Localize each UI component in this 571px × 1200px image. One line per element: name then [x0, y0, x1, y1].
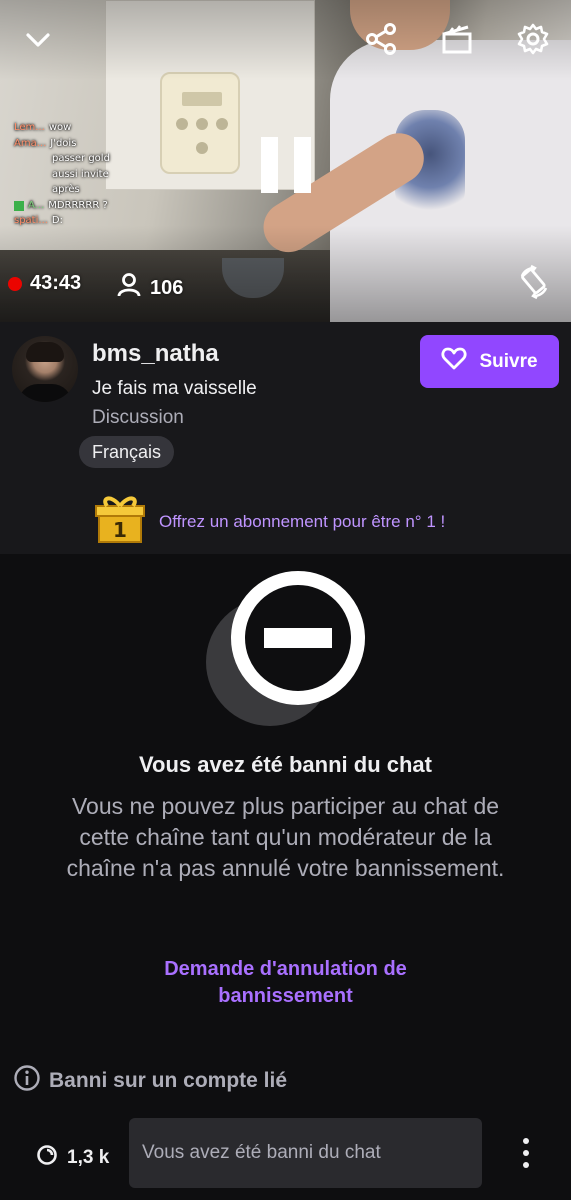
overlay-chat-line: après [14, 182, 134, 198]
avatar[interactable] [12, 336, 78, 402]
overlay-chat-message: passer gold [52, 153, 110, 164]
person-icon [116, 272, 142, 304]
uptime-indicator: 43:43 [8, 272, 81, 295]
live-dot-icon [8, 276, 22, 291]
gear-icon[interactable] [514, 20, 552, 58]
overlay-chat-message: MDRRRRR ? [48, 199, 108, 211]
viewer-count-text: 106 [150, 276, 184, 299]
channel-info-panel: bms_natha Je fais ma vaisselle Discussio… [0, 322, 571, 554]
video-player[interactable]: Lem... wow Ama... J'dois passer gold aussi… [0, 0, 571, 322]
chat-input[interactable] [129, 1118, 482, 1188]
appeal-ban-link[interactable]: Demande d'annulation de bannissement [120, 956, 451, 1010]
overlay-chat-line: spati... D: [14, 213, 134, 229]
follow-button[interactable]: Suivre [420, 335, 559, 388]
overlay-chat-line: aussi invite [14, 167, 134, 183]
linked-account-notice[interactable]: Banni sur un compte lié [13, 1064, 287, 1097]
share-icon[interactable] [362, 20, 400, 58]
gift-sub-promo[interactable]: 1 Offrez un abonnement pour être n° 1 ! [93, 492, 445, 551]
channel-name[interactable]: bms_natha [92, 340, 219, 368]
overlay-chat-message: aussi invite [52, 168, 109, 180]
overlay-chat-message: après [52, 184, 80, 195]
linked-account-text: Banni sur un compte lié [49, 1068, 288, 1092]
rotate-screen-icon[interactable] [514, 262, 554, 302]
overlay-chat-user: Lem... [14, 122, 45, 133]
channel-points-button[interactable]: 1,3 k [36, 1144, 109, 1172]
clapperboard-icon[interactable] [438, 20, 476, 58]
stream-category[interactable]: Discussion [92, 407, 184, 429]
gift-badge-number: 1 [113, 518, 127, 542]
pause-icon[interactable] [258, 134, 314, 196]
video-chat-overlay: Lem... wow Ama... J'dois passer gold aussi… [14, 120, 134, 229]
overlay-chat-line: A... MDRRRRR ? [14, 198, 134, 214]
overlay-chat-user: spati... [14, 215, 48, 226]
follow-label: Suivre [479, 350, 538, 372]
channel-points-count: 1,3 k [67, 1147, 110, 1168]
overlay-chat-message: wow [48, 122, 72, 133]
overlay-chat-user: A... [28, 199, 45, 211]
more-options-icon[interactable] [514, 1136, 538, 1170]
overlay-chat-line: Lem... wow [14, 120, 134, 136]
ban-description: Vous ne pouvez plus participer au chat d… [66, 793, 505, 881]
viewer-count: 106 [116, 272, 183, 304]
chat-input-bar: 1,3 k [0, 1118, 571, 1200]
stream-title: Je fais ma vaisselle [92, 378, 257, 399]
uptime-text: 43:43 [30, 272, 82, 294]
overlay-chat-message: J'dois [50, 137, 77, 149]
gift-icon: 1 [93, 492, 147, 551]
overlay-chat-line: passer gold [14, 151, 134, 167]
heart-icon [441, 347, 467, 377]
gift-promo-text: Offrez un abonnement pour être n° 1 ! [159, 511, 446, 531]
channel-points-icon [36, 1144, 58, 1172]
chevron-down-icon[interactable] [22, 24, 54, 56]
ban-title: Vous avez été banni du chat [139, 752, 432, 777]
overlay-chat-message: D: [51, 215, 63, 226]
language-tag[interactable]: Français [79, 436, 175, 468]
info-icon [13, 1064, 41, 1097]
ban-icon [202, 570, 372, 730]
overlay-chat-user: Ama... [14, 137, 47, 149]
banned-chat-panel: Vous avez été banni du chat Vous ne pouv… [0, 554, 571, 1200]
overlay-chat-line: Ama... J'dois [14, 136, 134, 152]
badge-icon [14, 200, 24, 211]
